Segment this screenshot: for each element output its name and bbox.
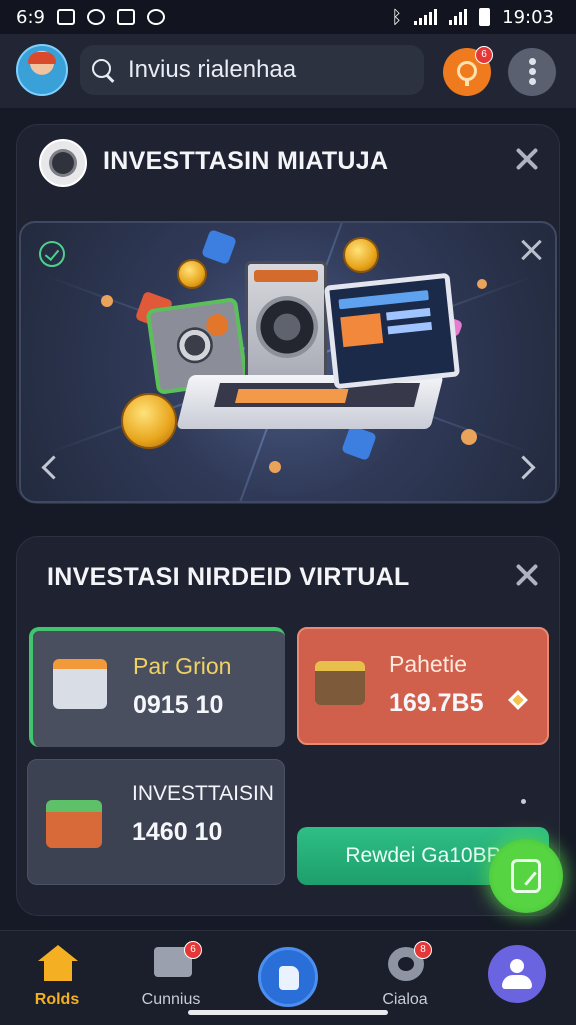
investment-card-title: INVESTTASIN MIATUJA — [103, 147, 389, 175]
close-icon[interactable] — [515, 563, 539, 587]
home-icon — [38, 945, 78, 981]
diamond-icon — [508, 690, 528, 710]
speaker-thumbnail-icon — [39, 139, 87, 187]
laptop-screen-illustration — [323, 272, 461, 390]
blue-cube-icon — [201, 229, 237, 265]
coin-icon — [343, 237, 379, 273]
edit-fab-button[interactable] — [489, 839, 563, 913]
virtual-investment-card: INVESTASI NIRDEID VIRTUAL Par Grion 0915… — [16, 536, 563, 916]
screen-chart — [340, 313, 384, 348]
nav-badge: 8 — [414, 941, 432, 959]
thumbs-up-button[interactable] — [258, 947, 318, 1007]
tile-pahetie[interactable]: Pahetie 169.7B5 — [297, 627, 549, 745]
search-input-text[interactable]: Invius rialenhaa — [128, 56, 296, 84]
check-icon[interactable] — [39, 241, 65, 267]
tile-value: 1460 10 — [132, 818, 223, 846]
notification-button[interactable]: 6 — [443, 46, 493, 96]
nav-label: Cunnius — [141, 991, 201, 1008]
treasure-chest-icon — [46, 800, 102, 848]
nav-label: Cialoa — [382, 991, 428, 1008]
image-notification-icon — [56, 9, 75, 25]
user-avatar[interactable] — [16, 44, 68, 96]
sparkle-dot — [101, 295, 113, 307]
tile-investtaisin[interactable]: INVESTTAISIN 1460 10 — [27, 759, 285, 885]
tile-label: INVESTTAISIN — [132, 782, 274, 805]
virtual-card-title: INVESTASI NIRDEID VIRTUAL — [47, 563, 410, 591]
menu-dot-icon — [529, 78, 536, 85]
status-clock: 19:03 — [502, 6, 554, 28]
banner-next-arrow[interactable] — [511, 455, 536, 480]
box-icon — [53, 659, 107, 709]
investment-card: INVESTTASIN MIATUJA — [16, 124, 560, 504]
status-right: ᛒ 19:03 — [391, 7, 554, 28]
screen-header — [338, 290, 429, 310]
signal-icon — [414, 9, 438, 25]
screen-line — [387, 321, 433, 335]
coin-icon — [121, 393, 177, 449]
status-bar: 6:9 ᛒ 19:03 — [0, 0, 576, 34]
sparkle-dot — [461, 429, 477, 445]
more-menu-button[interactable] — [508, 48, 556, 96]
small-dot — [521, 799, 526, 804]
notification-badge: 6 — [475, 46, 493, 64]
gift-box-icon — [315, 661, 365, 705]
battery-icon — [479, 8, 491, 26]
profile-button[interactable] — [488, 945, 546, 1003]
coin-icon — [177, 259, 207, 289]
screen-line — [386, 307, 431, 321]
search-icon — [92, 59, 114, 81]
tile-label: Pahetie — [389, 651, 468, 677]
signal-icon-2 — [449, 9, 468, 25]
home-indicator[interactable] — [188, 1010, 388, 1015]
mail-notification-icon — [116, 9, 135, 25]
nav-label: Rolds — [34, 991, 80, 1008]
eye-notification-icon — [146, 9, 165, 25]
laptop-keyboard-illustration — [214, 383, 420, 407]
tile-label: Par Grion — [133, 653, 232, 679]
status-time-left: 6:9 — [16, 6, 45, 28]
blue-cube-icon — [341, 425, 377, 461]
top-bar: Invius rialenhaa 6 — [0, 34, 576, 108]
menu-dot-icon — [529, 68, 536, 75]
close-icon[interactable] — [515, 147, 539, 171]
banner-prev-arrow[interactable] — [41, 455, 66, 480]
tile-value: 169.7B5 — [389, 689, 484, 717]
tile-value: 0915 10 — [133, 691, 224, 719]
banner-close-icon[interactable] — [521, 239, 543, 261]
tile-par-grion[interactable]: Par Grion 0915 10 — [29, 627, 285, 747]
nav-badge: 6 — [184, 941, 202, 959]
sparkle-dot — [477, 279, 487, 289]
sync-notification-icon — [86, 9, 105, 25]
status-left: 6:9 — [16, 7, 165, 28]
menu-dot-icon — [529, 58, 536, 65]
promo-banner[interactable] — [19, 221, 557, 503]
search-bar[interactable]: Invius rialenhaa — [80, 45, 424, 95]
speaker-illustration — [245, 261, 327, 381]
bluetooth-icon: ᛒ — [391, 6, 403, 28]
sparkle-dot — [269, 461, 281, 473]
nav-item-home[interactable]: Rolds — [2, 931, 112, 1025]
